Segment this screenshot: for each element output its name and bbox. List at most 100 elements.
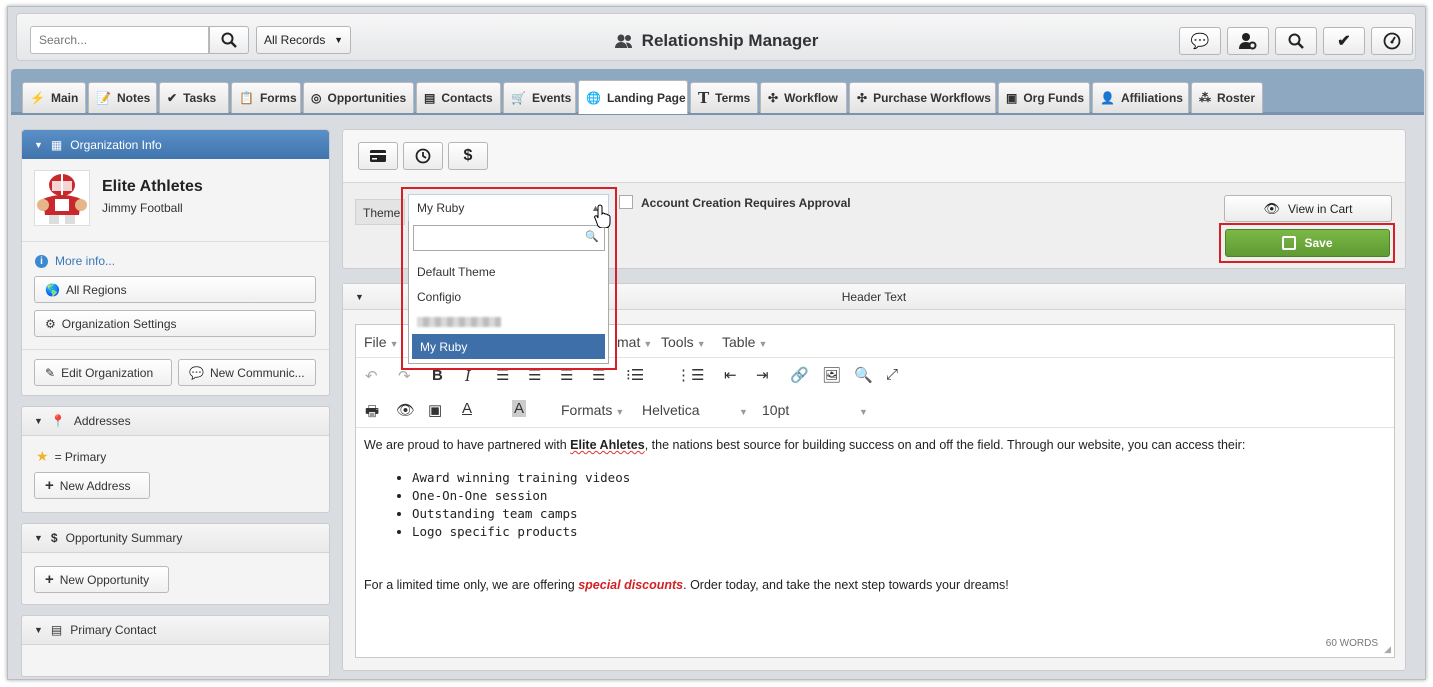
search-icon: 🔍: [585, 231, 599, 243]
image-icon[interactable]: 🖼: [822, 366, 841, 384]
editor-toolbar-row-2: 🖶 👁 ▣ A A Formats ▼ Helvetica ▼ 10pt ▼: [356, 393, 1394, 428]
view-in-cart-button[interactable]: 👁 View in Cart: [1224, 195, 1392, 222]
tab-label: Forms: [259, 91, 297, 105]
menu-file[interactable]: File ▼: [364, 334, 398, 350]
tab-affiliations[interactable]: 👤 Affiliations: [1092, 82, 1189, 113]
intro-text: We are proud to have partnered with: [364, 438, 571, 452]
building-icon: ▦: [50, 137, 63, 152]
tab-label: Org Funds: [1023, 91, 1085, 105]
indent-icon[interactable]: ⇥: [756, 366, 769, 384]
user-icon: 👤: [1100, 91, 1115, 105]
tab-events[interactable]: 🛒 Events: [503, 82, 576, 113]
tab-label: Landing Page: [606, 90, 686, 105]
payment-settings-button[interactable]: [358, 142, 398, 170]
tab-label: Opportunities: [327, 91, 407, 105]
org-info-title: Organization Info: [70, 137, 162, 152]
theme-select[interactable]: My Ruby ▲: [408, 194, 609, 222]
bullet-list-icon[interactable]: ⁝☰: [626, 366, 644, 384]
undo-icon[interactable]: ↶: [365, 367, 378, 385]
list-item: Logo specific products: [412, 523, 1384, 541]
theme-option-default[interactable]: Default Theme: [409, 259, 608, 284]
menu-tools[interactable]: Tools ▼: [661, 334, 706, 350]
header-text-title: Header Text: [841, 289, 907, 304]
org-info-header[interactable]: ▼ ▦ Organization Info: [22, 130, 329, 159]
globe-icon: 🌎: [45, 282, 60, 297]
tab-label: Events: [531, 91, 572, 105]
new-opportunity-label: New Opportunity: [59, 572, 150, 587]
menu-table[interactable]: Table ▼: [722, 334, 767, 350]
approval-label: Account Creation Requires Approval: [641, 196, 851, 210]
pricing-button[interactable]: $: [448, 142, 488, 170]
tab-tasks[interactable]: ✔ Tasks: [159, 82, 229, 113]
all-regions-button[interactable]: 🌎 All Regions: [34, 276, 316, 303]
media-icon[interactable]: ▣: [428, 401, 442, 419]
history-button[interactable]: [403, 142, 443, 170]
tab-workflow[interactable]: ✣ Workflow: [760, 82, 847, 113]
menu-format[interactable]: mat ▼: [617, 334, 652, 350]
opportunity-summary-panel: ▼ $ Opportunity Summary + New Opportunity: [21, 523, 330, 605]
print-icon[interactable]: 🖶: [365, 401, 379, 426]
approval-checkbox[interactable]: [619, 195, 633, 209]
tab-main[interactable]: ⚡ Main: [22, 82, 86, 113]
info-icon: i: [35, 254, 48, 268]
theme-option-configio[interactable]: Configio: [409, 284, 608, 309]
preview-eye-icon[interactable]: 👁: [396, 401, 415, 419]
opportunity-summary-header[interactable]: ▼ $ Opportunity Summary: [22, 524, 329, 553]
media-search-icon[interactable]: 🔍: [854, 366, 873, 384]
primary-contact-header[interactable]: ▼ ▤ Primary Contact: [22, 616, 329, 645]
closing-text-cont: . Order today, and take the next step to…: [683, 577, 1009, 592]
tasks-check-button[interactable]: ✔: [1323, 27, 1365, 55]
workflow-icon: ✣: [768, 91, 779, 105]
tab-landing-page[interactable]: 🌐 Landing Page: [578, 80, 688, 114]
tab-roster[interactable]: ⁂ Roster: [1191, 82, 1263, 113]
editor-content[interactable]: We are proud to have partnered with Elit…: [364, 437, 1384, 594]
theme-search-input[interactable]: 🔍: [413, 225, 605, 251]
opportunity-summary-title: Opportunity Summary: [65, 531, 183, 545]
checkmark-icon: ✔: [1337, 33, 1351, 50]
tab-label: Roster: [1217, 91, 1256, 105]
organization-settings-button[interactable]: ⚙ Organization Settings: [34, 310, 316, 337]
theme-dropdown-menu: 🔍 Default Theme Configio My Ruby: [408, 221, 609, 364]
dashboard-button[interactable]: [1371, 27, 1413, 55]
outdent-icon[interactable]: ⇤: [724, 366, 737, 384]
fullscreen-icon[interactable]: ⤢: [886, 366, 898, 383]
user-settings-button[interactable]: [1227, 27, 1269, 55]
tab-org-funds[interactable]: ▣ Org Funds: [998, 82, 1090, 113]
tab-forms[interactable]: 📋 Forms: [231, 82, 301, 113]
theme-option-my-ruby[interactable]: My Ruby: [412, 334, 605, 359]
link-icon[interactable]: 🔗: [790, 366, 809, 384]
resize-handle-icon[interactable]: ◢: [1384, 644, 1391, 655]
chat-button[interactable]: 💬: [1179, 27, 1221, 55]
font-family-dropdown[interactable]: Helvetica: [642, 402, 746, 418]
text-color-icon[interactable]: A: [462, 400, 472, 417]
new-communication-button[interactable]: 💬 New Communic...: [178, 359, 316, 386]
primary-legend: ★ = Primary: [36, 448, 106, 465]
formats-dropdown[interactable]: Formats ▼: [561, 402, 624, 418]
save-button[interactable]: Save: [1225, 229, 1390, 257]
star-icon: ★: [36, 448, 49, 464]
collapse-caret-icon: ▼: [34, 139, 43, 150]
edit-organization-button[interactable]: ✎ Edit Organization: [34, 359, 172, 386]
tab-notes[interactable]: 📝 Notes: [88, 82, 157, 113]
id-card-icon: ▤: [50, 623, 63, 637]
more-info-link[interactable]: i More info...: [35, 254, 115, 268]
hierarchy-icon: ⁂: [1199, 91, 1211, 105]
global-search-button[interactable]: [1275, 27, 1317, 55]
bg-color-icon[interactable]: A: [512, 400, 527, 417]
cart-icon: 🛒: [511, 91, 526, 105]
font-size-dropdown[interactable]: 10pt: [762, 402, 789, 418]
wallet-icon: ▣: [1006, 91, 1018, 105]
tab-purchase-workflows[interactable]: ✣ Purchase Workflows: [849, 82, 996, 113]
addresses-title: Addresses: [73, 414, 131, 428]
numbered-list-icon[interactable]: ⋮☰: [676, 366, 704, 384]
theme-option-redacted[interactable]: [409, 309, 608, 334]
tab-terms[interactable]: T Terms: [690, 82, 758, 113]
blurred-text: [417, 316, 501, 327]
new-opportunity-button[interactable]: + New Opportunity: [34, 566, 169, 593]
tab-label: Contacts: [441, 91, 493, 105]
new-address-button[interactable]: + New Address: [34, 472, 150, 499]
notes-icon: 📝: [96, 91, 111, 105]
tab-opportunities[interactable]: ◎ Opportunities: [303, 82, 414, 113]
addresses-header[interactable]: ▼ 📍 Addresses: [22, 407, 329, 436]
tab-contacts[interactable]: ▤ Contacts: [416, 82, 501, 113]
